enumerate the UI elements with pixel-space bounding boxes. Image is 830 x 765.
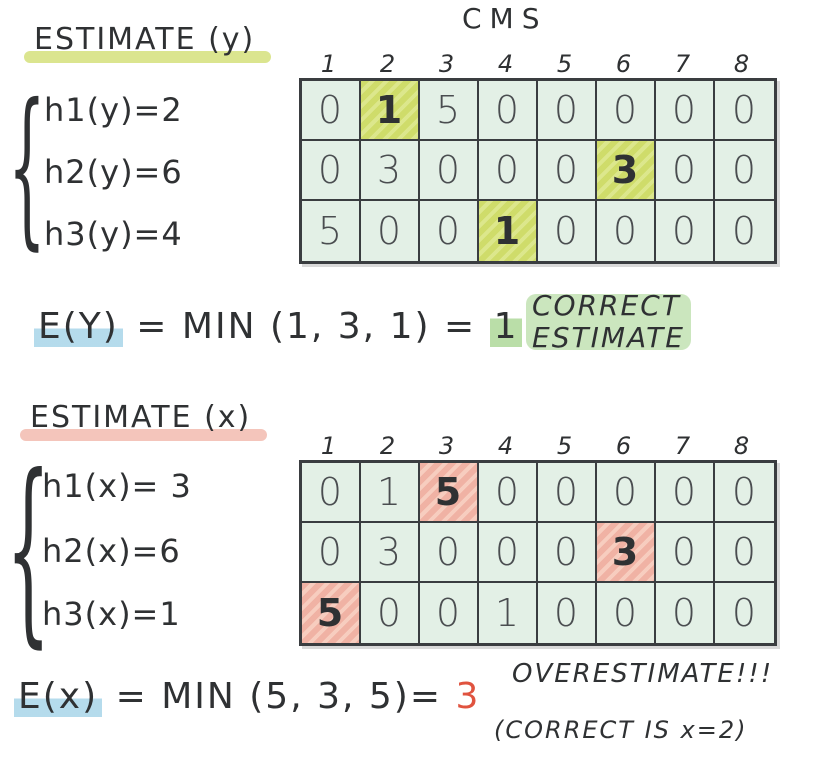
x-grid-cell: 0 <box>302 463 361 523</box>
x-estimate-formula: E(x) = MIN (5, 3, 5)= 3 <box>14 676 480 717</box>
x-grid-cell: 0 <box>656 523 715 583</box>
y-grid-cell: 0 <box>302 81 361 141</box>
x-column-number: 2 <box>379 432 396 460</box>
x-hash-1: h1(x)= 3 <box>42 467 192 505</box>
y-grid-cell: 0 <box>479 141 538 201</box>
y-column-numbers: 1 2 3 4 5 6 7 8 <box>299 50 771 78</box>
x-grid-cell: 0 <box>538 463 597 523</box>
x-estimate-heading-text: ESTIMATE (x) <box>30 400 252 435</box>
x-correct-value-note: (CORRECT IS x=2) <box>494 716 748 744</box>
y-note-line2: ESTIMATE <box>532 321 685 355</box>
x-grid-cell: 0 <box>479 523 538 583</box>
y-grid-cell: 5 <box>302 201 361 261</box>
x-grid-cell: 5 <box>420 463 479 523</box>
x-grid-cell: 0 <box>656 583 715 643</box>
y-column-number: 1 <box>320 50 337 78</box>
y-grid-cell: 5 <box>420 81 479 141</box>
x-hash-3: h3(x)=1 <box>42 595 181 633</box>
x-grid-cell: 0 <box>715 523 774 583</box>
y-grid-cell: 0 <box>656 201 715 261</box>
y-grid-cell: 0 <box>597 201 656 261</box>
x-cms-grid: 015000000300030050010000 <box>299 460 777 646</box>
y-correct-note: CORRECT ESTIMATE <box>526 289 691 355</box>
x-grid-cell: 0 <box>597 463 656 523</box>
x-note-line1: OVERESTIMATE!!! <box>512 659 774 689</box>
y-grid-cell: 0 <box>302 141 361 201</box>
y-note-line1: CORRECT <box>532 289 681 322</box>
x-column-number: 4 <box>497 432 514 460</box>
x-grid-cell: 3 <box>597 523 656 583</box>
x-grid-cell: 0 <box>597 583 656 643</box>
y-column-number: 8 <box>733 50 750 78</box>
y-formula-lhs: E(Y) <box>34 306 123 347</box>
y-column-number: 7 <box>674 50 691 78</box>
x-grid-cell: 0 <box>479 463 538 523</box>
y-hash-2: h2(y)=6 <box>44 153 183 191</box>
y-grid-cell: 0 <box>361 201 420 261</box>
y-grid-cell: 1 <box>361 81 420 141</box>
y-column-number: 4 <box>497 50 514 78</box>
y-grid-cell: 0 <box>731 209 758 253</box>
x-column-number: 5 <box>556 432 573 460</box>
y-grid-cell: 0 <box>420 201 479 261</box>
x-grid-cell: 0 <box>538 583 597 643</box>
x-column-number: 3 <box>438 432 455 460</box>
x-grid-cell: 0 <box>361 583 420 643</box>
x-formula-lhs: E(x) <box>14 676 103 717</box>
y-grid-cell: 3 <box>597 141 656 201</box>
y-grid-cell: 0 <box>420 141 479 201</box>
y-grid-cell: 0 <box>538 201 597 261</box>
y-grid-cell: 0 <box>715 141 774 201</box>
x-column-number: 1 <box>320 432 337 460</box>
y-grid-cell: 0 <box>656 81 715 141</box>
y-estimate-heading: ESTIMATE (y) <box>24 22 272 63</box>
y-formula-mid: = MIN (1, 3, 1) = <box>136 306 477 347</box>
y-grid-cell: 1 <box>479 201 538 261</box>
y-grid-cell: 0 <box>538 141 597 201</box>
x-column-number: 6 <box>615 432 632 460</box>
x-grid-cell: 0 <box>420 583 479 643</box>
x-column-number: 8 <box>733 432 750 460</box>
x-grid-cell: 0 <box>538 523 597 583</box>
x-grid-cell: 5 <box>302 583 361 643</box>
x-grid-cell: 1 <box>361 463 420 523</box>
x-grid-cell: 0 <box>731 591 758 635</box>
y-hash-3: h3(y)=4 <box>44 215 183 253</box>
x-formula-mid: = MIN (5, 3, 5)= <box>115 676 442 717</box>
y-cms-grid: 015000000300030050010000 <box>299 78 777 264</box>
y-column-number: 2 <box>379 50 396 78</box>
y-estimate-formula: E(Y) = MIN (1, 3, 1) = 1 <box>34 306 523 347</box>
y-estimate-heading-text: ESTIMATE (y) <box>34 22 256 57</box>
x-estimate-heading: ESTIMATE (x) <box>20 400 268 441</box>
y-hash-brace: { <box>8 68 46 266</box>
x-grid-cell: 0 <box>656 463 715 523</box>
y-grid-cell: 0 <box>597 81 656 141</box>
x-grid-cell: 0 <box>420 523 479 583</box>
y-hash-1: h1(y)=2 <box>44 91 183 129</box>
y-column-number: 6 <box>615 50 632 78</box>
x-formula-result: 3 <box>455 676 481 717</box>
x-grid-cell: 1 <box>479 583 538 643</box>
x-grid-cell: 0 <box>302 523 361 583</box>
x-column-number: 7 <box>674 432 691 460</box>
y-column-number: 3 <box>438 50 455 78</box>
y-formula-result: 1 <box>489 306 523 347</box>
x-overestimate-note: OVERESTIMATE!!! <box>512 659 774 690</box>
y-column-number: 5 <box>556 50 573 78</box>
x-column-numbers: 1 2 3 4 5 6 7 8 <box>299 432 771 460</box>
cms-title: CMS <box>462 2 548 35</box>
x-grid-cell: 0 <box>715 463 774 523</box>
x-grid-cell: 3 <box>361 523 420 583</box>
y-grid-cell: 0 <box>715 81 774 141</box>
y-grid-cell: 0 <box>538 81 597 141</box>
y-grid-cell: 3 <box>361 141 420 201</box>
y-grid-cell: 0 <box>656 141 715 201</box>
y-grid-cell: 0 <box>479 81 538 141</box>
x-hash-2: h2(x)=6 <box>42 532 181 570</box>
